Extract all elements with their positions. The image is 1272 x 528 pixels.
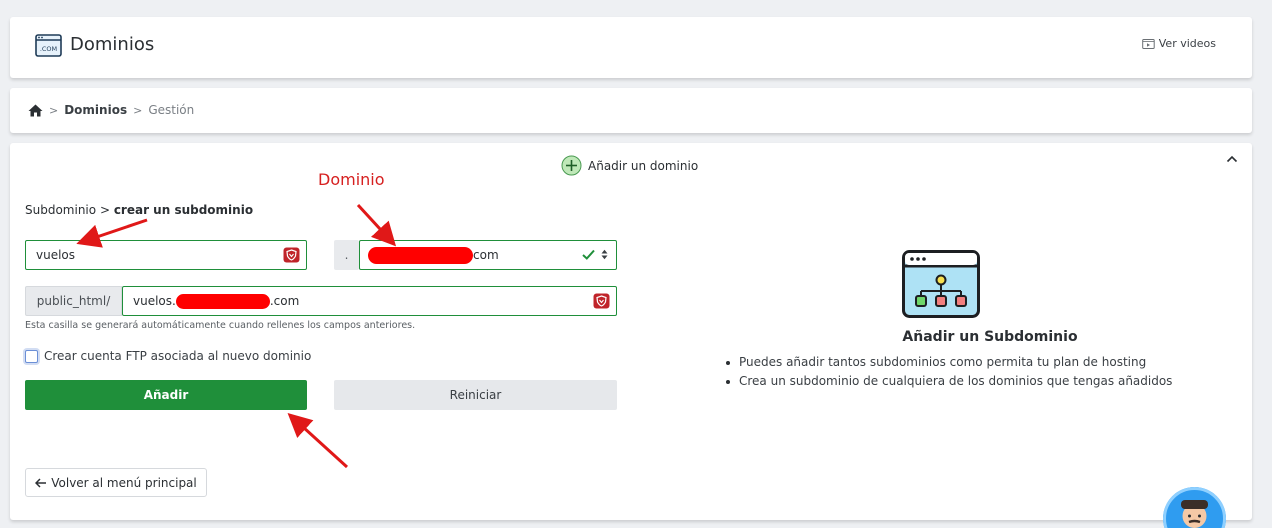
subdomain-value: vuelos bbox=[36, 248, 76, 262]
ftp-checkbox-row[interactable]: Crear cuenta FTP asociada al nuevo domin… bbox=[25, 349, 311, 363]
path-value-start: vuelos. bbox=[133, 294, 176, 308]
breadcrumb: > Dominios > Gestión bbox=[28, 103, 194, 117]
shield-icon bbox=[283, 247, 300, 263]
path-prefix-addon: public_html/ bbox=[25, 286, 122, 316]
add-button[interactable]: Añadir bbox=[25, 380, 307, 410]
ftp-checkbox[interactable] bbox=[25, 349, 38, 363]
ftp-checkbox-label: Crear cuenta FTP asociada al nuevo domin… bbox=[44, 349, 312, 363]
subdomain-sitemap-icon bbox=[902, 250, 980, 318]
logo-text: .COM bbox=[40, 45, 57, 53]
ver-videos-label: Ver videos bbox=[1158, 37, 1216, 50]
chevron-up-icon[interactable] bbox=[1226, 154, 1238, 164]
add-domain-label: Añadir un dominio bbox=[588, 158, 699, 173]
page-title: Dominios bbox=[70, 34, 155, 55]
reset-button[interactable]: Reiniciar bbox=[334, 380, 617, 410]
domain-suffix: com bbox=[473, 248, 499, 262]
add-circle-icon bbox=[561, 155, 582, 176]
domain-dot-addon: . bbox=[334, 240, 359, 270]
list-item: Puedes añadir tantos subdominios como pe… bbox=[723, 355, 1172, 370]
breadcrumb-item-dominios[interactable]: Dominios bbox=[64, 103, 127, 117]
page-header: .COM Dominios Ver videos bbox=[10, 17, 1252, 78]
domain-com-icon: .COM bbox=[35, 34, 62, 57]
back-to-menu-label: Volver al menú principal bbox=[51, 475, 197, 490]
info-title: Añadir un Subdominio bbox=[902, 329, 1078, 345]
redacted-path bbox=[175, 293, 270, 309]
domain-select[interactable]: com bbox=[359, 240, 617, 270]
annotation-dominio-label: Dominio bbox=[318, 170, 385, 189]
shield-icon bbox=[593, 293, 610, 309]
list-item: Crea un subdominio de cualquiera de los … bbox=[723, 374, 1172, 389]
breadcrumb-separator: > bbox=[133, 103, 143, 117]
form-breadcrumb: Subdominio > crear un subdominio bbox=[25, 203, 253, 217]
video-icon bbox=[1141, 38, 1155, 49]
path-value-end: .com bbox=[269, 294, 300, 308]
ver-videos-link[interactable]: Ver videos bbox=[1141, 37, 1216, 50]
select-arrows-icon bbox=[601, 249, 608, 260]
redacted-domain bbox=[368, 246, 473, 264]
home-icon[interactable] bbox=[28, 104, 43, 117]
check-icon bbox=[582, 249, 595, 260]
info-list: Puedes añadir tantos subdominios como pe… bbox=[723, 355, 1172, 393]
back-to-menu-button[interactable]: Volver al menú principal bbox=[25, 468, 207, 497]
breadcrumb-item-gestion: Gestión bbox=[148, 103, 195, 117]
form-crumb-current: crear un subdominio bbox=[113, 203, 254, 217]
arrow-left-icon bbox=[35, 477, 47, 488]
add-domain-toggle[interactable]: Añadir un dominio bbox=[561, 155, 698, 176]
form-crumb-separator: > bbox=[99, 203, 114, 217]
subdomain-input[interactable]: vuelos bbox=[25, 240, 307, 270]
form-crumb-root: Subdominio bbox=[25, 203, 97, 217]
breadcrumb-bar: > Dominios > Gestión bbox=[10, 88, 1252, 133]
breadcrumb-separator: > bbox=[49, 103, 59, 117]
path-input[interactable]: vuelos. .com bbox=[122, 286, 617, 316]
main-panel: Añadir un dominio Dominio Subdominio > c… bbox=[10, 143, 1252, 520]
path-helper-text: Esta casilla se generará automáticamente… bbox=[25, 320, 416, 331]
